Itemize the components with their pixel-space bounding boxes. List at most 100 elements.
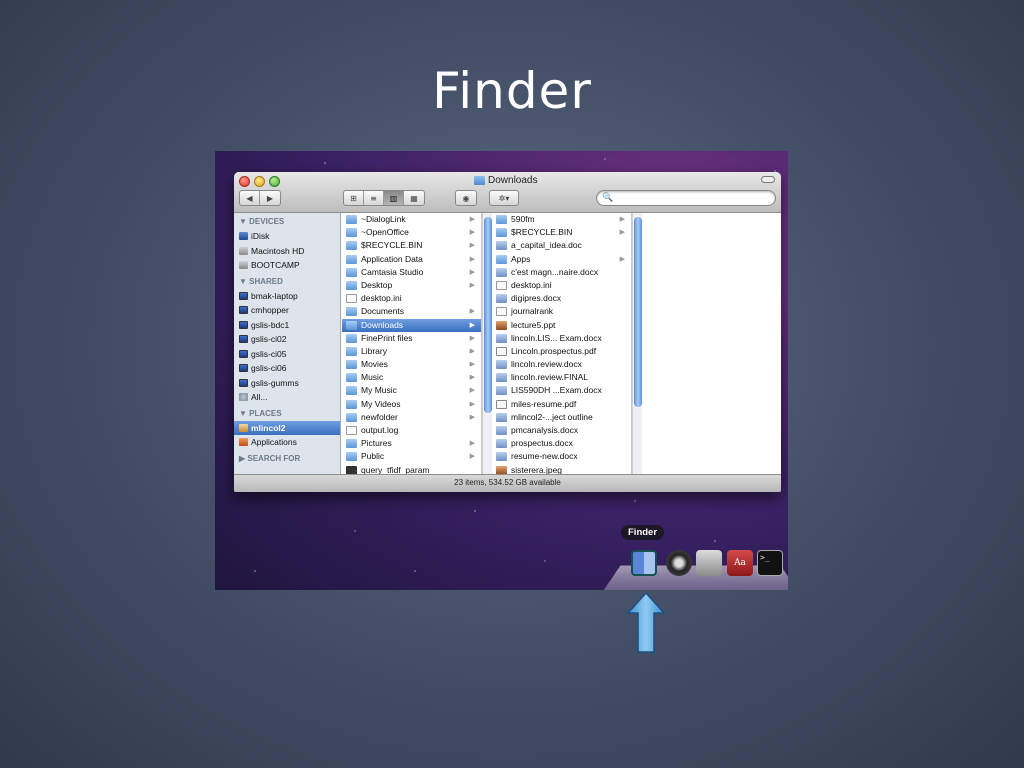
folder-row[interactable]: Public ▶ bbox=[342, 450, 481, 463]
column-scrollbar[interactable] bbox=[482, 213, 492, 474]
file-row[interactable]: lincoln.LIS... Exam.docx bbox=[492, 332, 631, 345]
file-row[interactable]: LIS590DH ...Exam.docx bbox=[492, 384, 631, 397]
minimize-button[interactable] bbox=[254, 176, 265, 187]
folder-icon bbox=[346, 228, 357, 238]
sidebar-header-search[interactable]: ▶ SEARCH FOR bbox=[234, 452, 340, 466]
sidebar-item-shared[interactable]: bmak-laptop bbox=[234, 289, 340, 304]
file-row[interactable]: digipres.docx bbox=[492, 292, 631, 305]
disclosure-arrow-icon: ▶ bbox=[619, 216, 625, 223]
folder-row[interactable]: $RECYCLE.BIN ▶ bbox=[342, 239, 481, 252]
folder-row[interactable]: Camtasia Studio ▶ bbox=[342, 266, 481, 279]
column-scrollbar[interactable] bbox=[632, 213, 642, 474]
file-row[interactable]: lincoln.review.docx bbox=[492, 358, 631, 371]
icon-view-button[interactable]: ⊞ bbox=[344, 191, 364, 205]
file-name: $RECYCLE.BIN bbox=[361, 240, 423, 251]
sidebar-item-shared[interactable]: gslis-ci05 bbox=[234, 347, 340, 362]
file-row[interactable]: lincoln.review.FINAL bbox=[492, 371, 631, 384]
disclosure-arrow-icon: ▶ bbox=[469, 413, 475, 421]
file-row[interactable]: pmcanalysis.docx bbox=[492, 424, 631, 437]
document-icon bbox=[346, 294, 357, 304]
scrollbar-thumb[interactable] bbox=[634, 217, 642, 407]
back-icon[interactable]: ◀ bbox=[240, 191, 260, 205]
sidebar-item-shared[interactable]: gslis-ci02 bbox=[234, 332, 340, 347]
folder-row[interactable]: Music ▶ bbox=[342, 371, 481, 384]
file-row[interactable]: lecture5.ppt bbox=[492, 319, 631, 332]
sidebar-item-home[interactable]: mlincol2 bbox=[234, 420, 340, 435]
sidebar-item-shared[interactable]: gslis-bdc1 bbox=[234, 318, 340, 333]
folder-row[interactable]: Pictures ▶ bbox=[342, 437, 481, 450]
document-icon bbox=[496, 386, 507, 396]
file-row[interactable]: desktop.ini bbox=[492, 279, 631, 292]
system-preferences-icon[interactable] bbox=[696, 550, 722, 576]
terminal-icon[interactable]: >_ bbox=[757, 550, 783, 576]
document-icon bbox=[496, 241, 507, 251]
file-row[interactable]: resume-new.docx bbox=[492, 450, 631, 463]
file-row[interactable]: query_tfidf_param bbox=[342, 464, 481, 474]
folder-row[interactable]: ~OpenOffice ▶ bbox=[342, 226, 481, 239]
file-row[interactable]: mlincol2-...ject outline bbox=[492, 411, 631, 424]
folder-row[interactable]: 590fm ▶ bbox=[492, 213, 631, 226]
search-input[interactable]: 🔍 bbox=[596, 190, 776, 206]
folder-row[interactable]: FinePrint files ▶ bbox=[342, 332, 481, 345]
file-row[interactable]: sisterera.jpeg bbox=[492, 464, 631, 474]
sidebar-item-macintosh-hd[interactable]: Macintosh HD bbox=[234, 244, 340, 259]
file-name: Desktop bbox=[361, 279, 393, 290]
folder-row[interactable]: My Music ▶ bbox=[342, 384, 481, 397]
file-row[interactable]: output.log bbox=[342, 424, 481, 437]
file-row[interactable]: Lincoln.prospectus.pdf bbox=[492, 345, 631, 358]
disclosure-arrow-icon: ▶ bbox=[469, 347, 475, 355]
finder-icon[interactable] bbox=[631, 550, 657, 576]
gear-icon[interactable]: ✲▾ bbox=[490, 191, 518, 205]
sidebar-item-shared[interactable]: gslis-gumms bbox=[234, 376, 340, 391]
document-icon bbox=[496, 426, 507, 435]
eye-icon[interactable]: ◉ bbox=[456, 191, 476, 205]
dictionary-icon[interactable]: Aa bbox=[727, 550, 753, 576]
clock-icon[interactable] bbox=[666, 550, 692, 576]
sidebar-item-shared[interactable]: cmhopper bbox=[234, 303, 340, 318]
file-name: FinePrint files bbox=[361, 332, 413, 343]
folder-row[interactable]: newfolder ▶ bbox=[342, 411, 481, 424]
folder-row[interactable]: $RECYCLE.BIN ▶ bbox=[492, 226, 631, 239]
file-row[interactable]: desktop.ini bbox=[342, 292, 481, 305]
folder-row[interactable]: Downloads ▶ bbox=[342, 318, 481, 332]
column-view-button[interactable]: ▥ bbox=[384, 191, 404, 205]
folder-row[interactable]: My Videos ▶ bbox=[342, 398, 481, 411]
disclosure-arrow-icon: ▶ bbox=[469, 321, 475, 329]
computer-icon bbox=[239, 349, 248, 358]
document-icon bbox=[496, 373, 507, 383]
folder-row[interactable]: Desktop ▶ bbox=[342, 279, 481, 292]
zoom-button[interactable] bbox=[269, 176, 280, 187]
file-row[interactable]: journalrank bbox=[492, 305, 631, 318]
file-row[interactable]: miles-resume.pdf bbox=[492, 398, 631, 411]
sidebar-header-places[interactable]: ▼ PLACES bbox=[234, 407, 340, 421]
file-row[interactable]: a_capital_idea.doc bbox=[492, 239, 631, 252]
toolbar-toggle-button[interactable] bbox=[761, 176, 775, 183]
sidebar-header-shared[interactable]: ▼ SHARED bbox=[234, 275, 340, 289]
disclosure-arrow-icon: ▶ bbox=[469, 453, 475, 461]
folder-row[interactable]: Apps ▶ bbox=[492, 253, 631, 266]
sidebar-item-idisk[interactable]: iDisk bbox=[234, 229, 340, 244]
folder-row[interactable]: Application Data ▶ bbox=[342, 253, 481, 266]
folder-row[interactable]: Library ▶ bbox=[342, 345, 481, 358]
folder-row[interactable]: Documents ▶ bbox=[342, 305, 481, 318]
list-view-button[interactable]: ≡ bbox=[364, 191, 384, 205]
sidebar-item-bootcamp[interactable]: BOOTCAMP bbox=[234, 258, 340, 273]
folder-row[interactable]: Movies ▶ bbox=[342, 358, 481, 371]
sidebar-item-shared[interactable]: gslis-ci06 bbox=[234, 361, 340, 376]
file-row[interactable]: prospectus.docx bbox=[492, 437, 631, 450]
sidebar-item-label: gslis-ci06 bbox=[251, 363, 287, 373]
scrollbar-thumb[interactable] bbox=[484, 217, 492, 413]
sidebar-header-devices[interactable]: ▼ DEVICES bbox=[234, 215, 340, 229]
sidebar-item-applications[interactable]: Applications bbox=[234, 435, 340, 450]
folder-row[interactable]: ~DialogLink ▶ bbox=[342, 213, 481, 226]
sidebar-item-all[interactable]: All... bbox=[234, 390, 340, 405]
disclosure-arrow-icon: ▶ bbox=[469, 374, 475, 382]
coverflow-view-button[interactable]: ▦ bbox=[404, 191, 424, 205]
folder-icon bbox=[346, 267, 357, 277]
file-name: pmcanalysis.docx bbox=[511, 425, 579, 435]
file-row[interactable]: c'est magn...naire.docx bbox=[492, 266, 631, 279]
close-button[interactable] bbox=[239, 176, 250, 187]
forward-icon[interactable]: ▶ bbox=[260, 191, 280, 205]
file-name: lincoln.review.FINAL bbox=[511, 372, 589, 383]
disclosure-arrow-icon: ▶ bbox=[469, 268, 475, 276]
